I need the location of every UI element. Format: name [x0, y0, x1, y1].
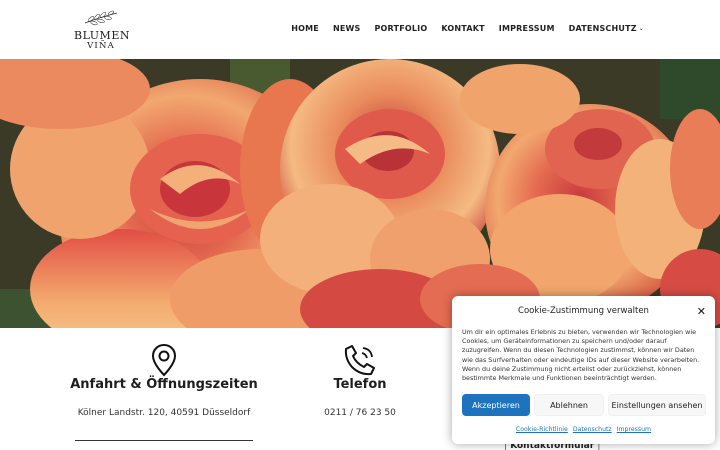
nav-home-label: HOME — [291, 24, 319, 33]
address-title: Anfahrt & Öffnungszeiten — [70, 377, 258, 392]
nav-news-label: NEWS — [332, 24, 361, 33]
phone-icon — [300, 343, 420, 377]
cookie-policy-link[interactable]: Cookie-Richtlinie — [516, 426, 568, 433]
nav-impressum-label: IMPRESSUM — [498, 24, 555, 33]
map-pin-icon — [60, 343, 268, 377]
leaf-branch-icon — [84, 10, 118, 26]
close-icon[interactable]: ✕ — [697, 305, 706, 318]
nav-news[interactable]: NEWS — [333, 24, 361, 33]
phone-number[interactable]: 0211 / 76 23 50 — [300, 408, 420, 418]
address-text: Kölner Landstr. 120, 40591 Düsseldorf — [77, 408, 251, 418]
nav-kontakt-label: KONTAKT — [441, 24, 485, 33]
site-header: BLUMEN VIÑA HOME NEWS PORTFOLIO KONTAKT … — [0, 0, 720, 59]
nav-portfolio-label: PORTFOLIO — [374, 24, 428, 33]
divider — [75, 440, 253, 441]
address-column: Anfahrt & Öffnungszeiten Kölner Landstr.… — [60, 343, 268, 418]
nav-home[interactable]: HOME — [291, 24, 319, 33]
accept-button[interactable]: Akzeptieren — [462, 394, 530, 416]
nav-datenschutz-label: DATENSCHUTZ — [568, 24, 637, 33]
nav-kontakt[interactable]: KONTAKT — [441, 24, 484, 33]
nav-datenschutz[interactable]: DATENSCHUTZ ⌄ — [569, 24, 644, 33]
phone-column: Telefon 0211 / 76 23 50 — [300, 343, 420, 418]
imprint-link[interactable]: Impressum — [617, 426, 651, 433]
chevron-down-icon: ⌄ — [638, 25, 644, 32]
logo-text-line2: VIÑA — [87, 41, 115, 51]
nav-portfolio[interactable]: PORTFOLIO — [374, 24, 427, 33]
roses-photo — [0, 59, 720, 328]
cookie-links: Cookie-Richtlinie Datenschutz Impressum — [452, 426, 715, 433]
main-nav: HOME NEWS PORTFOLIO KONTAKT IMPRESSUM DA… — [291, 24, 644, 33]
settings-button[interactable]: Einstellungen ansehen — [608, 394, 706, 416]
deny-button[interactable]: Ablehnen — [534, 394, 604, 416]
hero-image — [0, 59, 720, 328]
privacy-link[interactable]: Datenschutz — [573, 426, 612, 433]
cookie-title: Cookie-Zustimmung verwalten — [518, 306, 649, 316]
phone-title: Telefon — [333, 377, 387, 392]
cookie-consent-dialog: Cookie-Zustimmung verwalten ✕ Um dir ein… — [452, 296, 715, 444]
nav-impressum[interactable]: IMPRESSUM — [499, 24, 555, 33]
site-logo[interactable]: BLUMEN VIÑA — [74, 8, 130, 52]
cookie-description: Um dir ein optimales Erlebnis zu bieten,… — [462, 328, 700, 383]
logo-text-line1: BLUMEN — [74, 29, 130, 42]
